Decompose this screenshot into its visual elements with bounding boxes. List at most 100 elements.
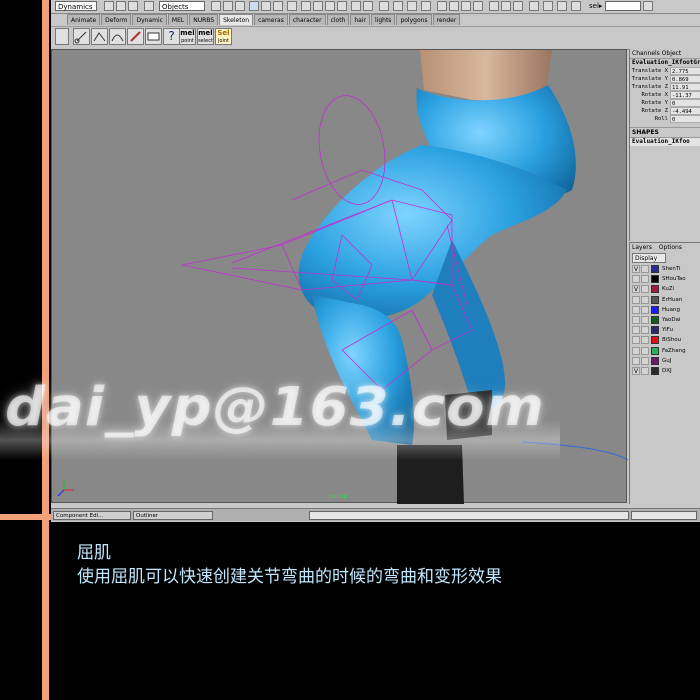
channel-box-toggle-icon[interactable] [461,1,471,11]
shape-node-name[interactable]: Evaluation_IKfoo [630,138,700,146]
history-icon[interactable] [287,1,297,11]
channel-row[interactable]: Translate X 2.775 [630,67,700,75]
mode-menu[interactable]: Dynamics [55,1,97,11]
channel-row[interactable]: Roll 0 [630,115,700,123]
mask-icon-2[interactable] [223,1,233,11]
layer-color-swatch[interactable] [651,265,659,274]
move-icon[interactable] [313,1,323,11]
graph-editor-icon[interactable] [513,1,523,11]
clapper-icon[interactable] [529,1,539,11]
layer-color-swatch[interactable] [651,316,659,325]
paint-weights-icon[interactable] [127,28,144,45]
lasso-icon[interactable] [301,1,311,11]
channel-value[interactable]: -4.494 [670,107,700,115]
outliner-tab[interactable]: Outliner [133,511,213,520]
layer-color-swatch[interactable] [651,336,659,345]
layer-template-toggle[interactable] [641,265,649,274]
layer-template-toggle[interactable] [641,356,649,365]
mel-select-button[interactable]: mel select [197,28,214,45]
select-hierarchy-icon[interactable] [144,1,154,11]
layer-template-toggle[interactable] [641,275,649,284]
layer-template-toggle[interactable] [641,316,649,325]
layer-row[interactable]: V DXJ [630,366,700,376]
mask-icon-3[interactable] [235,1,245,11]
snap-curve-icon[interactable] [261,1,271,11]
layer-template-toggle[interactable] [641,326,649,335]
attr-editor-icon[interactable] [437,1,447,11]
channel-value[interactable]: 0 [670,115,700,123]
layer-row[interactable]: ErHuan [630,295,700,305]
layer-color-swatch[interactable] [651,275,659,284]
layer-row[interactable]: V KuZi [630,284,700,294]
camera-icon[interactable] [571,1,581,11]
ipr-icon[interactable] [407,1,417,11]
layer-row[interactable]: BiShou [630,335,700,345]
find-icon[interactable] [643,1,653,11]
channel-row[interactable]: Rotate Z -4.494 [630,107,700,115]
mask-icon-1[interactable] [211,1,221,11]
layer-row[interactable]: GuJ [630,356,700,366]
channel-value[interactable]: -11.37 [670,91,700,99]
layer-visibility-toggle[interactable] [632,295,640,304]
mel-point-button[interactable]: mel point [179,28,196,45]
layer-visibility-toggle[interactable] [632,275,640,284]
layer-visibility-toggle[interactable] [632,326,640,335]
soft-mod-icon[interactable] [363,1,373,11]
tab-mel[interactable]: MEL [167,14,189,25]
tab-polygons[interactable]: polygons [396,14,432,25]
command-line[interactable] [631,511,697,520]
layer-template-toggle[interactable] [641,285,649,294]
tab-deform[interactable]: Deform [101,14,132,25]
sel-joint-button[interactable]: Sel joint [215,28,232,45]
layer-color-swatch[interactable] [651,346,659,355]
layer-visibility-toggle[interactable]: V [632,285,640,294]
tab-character[interactable]: character [288,14,326,25]
tab-render[interactable]: render [432,14,461,25]
channel-row[interactable]: Translate Z 11.91 [630,83,700,91]
snap-grid-icon[interactable] [249,1,259,11]
channel-box-node-name[interactable]: Evaluation_IKfootGr [630,59,700,67]
render-globals-icon[interactable] [421,1,431,11]
layer-type-dropdown[interactable]: Display [632,253,666,263]
layer-row[interactable]: V ShenTi [630,264,700,274]
outliner-icon[interactable] [473,1,483,11]
rotate-icon[interactable] [325,1,335,11]
save-scene-icon[interactable] [128,1,138,11]
layer-visibility-toggle[interactable] [632,336,640,345]
layer-color-swatch[interactable] [651,366,659,375]
help-icon[interactable]: ? [163,28,180,45]
ik-spline-icon[interactable] [109,28,126,45]
tab-cloth[interactable]: cloth [326,14,350,25]
layer-template-toggle[interactable] [641,346,649,355]
new-scene-icon[interactable] [104,1,114,11]
tab-dynamic[interactable]: Dynamic [132,14,167,25]
tab-animate[interactable]: Animate [67,14,101,25]
tab-hair[interactable]: hair [350,14,370,25]
layer-color-swatch[interactable] [651,295,659,304]
tab-cameras[interactable]: cameras [254,14,288,25]
layer-visibility-toggle[interactable] [632,305,640,314]
render-view-icon[interactable] [489,1,499,11]
layer-color-swatch[interactable] [651,285,659,294]
layer-row[interactable]: FaZhang [630,346,700,356]
render-icon[interactable] [393,1,403,11]
sel-field[interactable] [605,1,641,11]
layer-visibility-toggle[interactable] [632,346,640,355]
hypershade-icon[interactable] [501,1,511,11]
channel-value[interactable]: 11.91 [670,83,700,91]
layer-visibility-toggle[interactable]: V [632,366,640,375]
shelf-menu-icon[interactable] [55,28,69,45]
ik-handle-icon[interactable] [91,28,108,45]
open-scene-icon[interactable] [116,1,126,11]
tool-settings-icon[interactable] [449,1,459,11]
layer-template-toggle[interactable] [641,366,649,375]
layer-visibility-toggle[interactable] [632,316,640,325]
selection-mask-menu[interactable]: Objects [159,1,205,11]
component-editor-tab[interactable]: Component Edi... [53,511,131,520]
film-icon[interactable] [557,1,567,11]
show-manip-icon[interactable] [379,1,389,11]
layer-visibility-toggle[interactable] [632,356,640,365]
layers-menu[interactable]: Layers [632,244,652,251]
tab-nurbs[interactable]: NURBS [189,14,219,25]
layer-template-toggle[interactable] [641,305,649,314]
